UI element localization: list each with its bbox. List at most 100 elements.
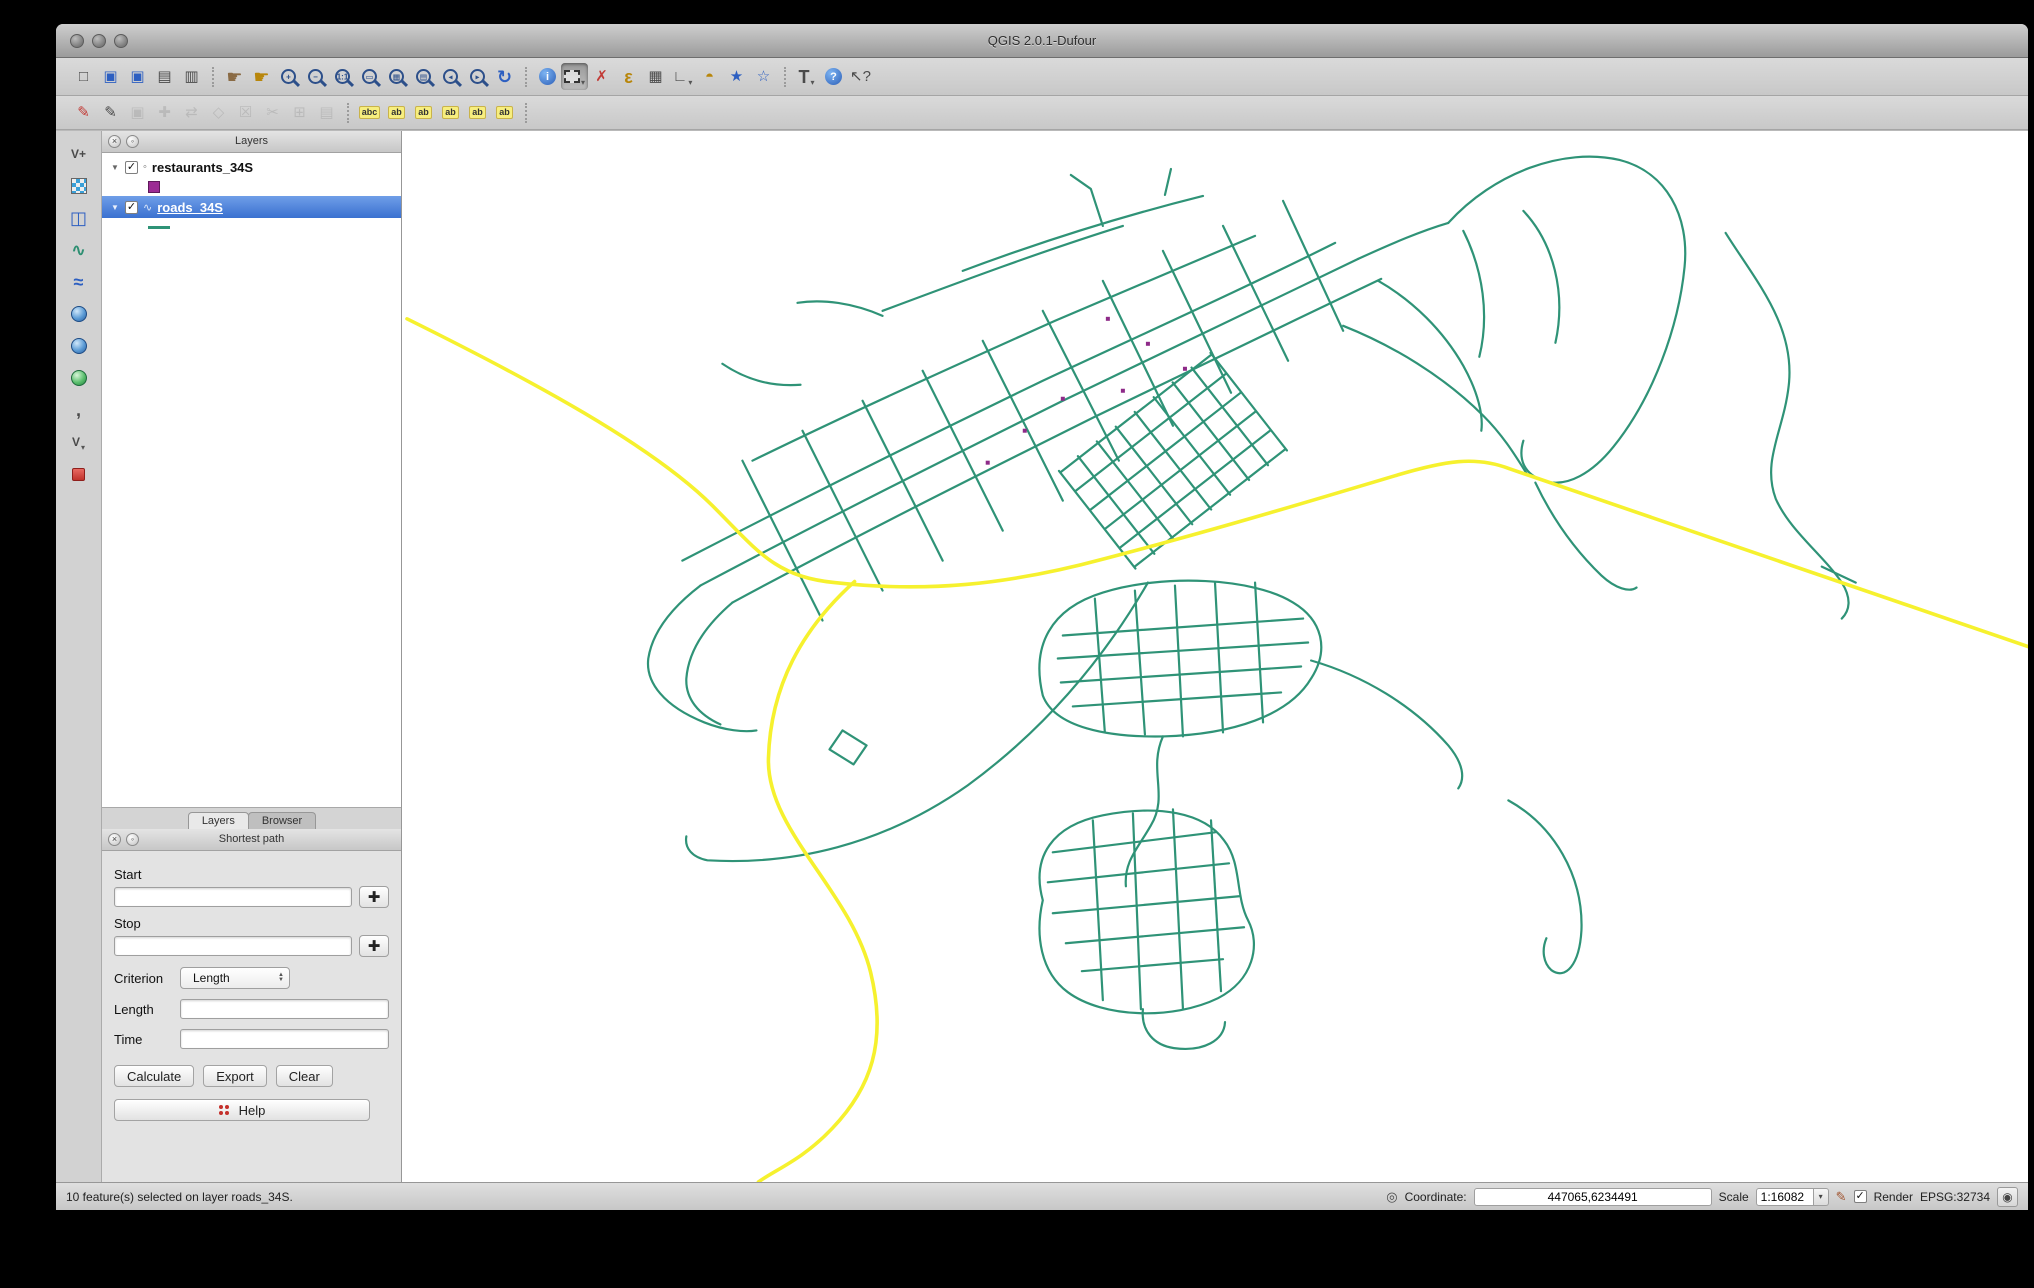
close-panel-button[interactable]: × <box>108 135 121 148</box>
node-tool-button[interactable]: ◇ <box>205 99 232 126</box>
tab-browser[interactable]: Browser <box>247 812 317 829</box>
stop-input[interactable] <box>114 936 352 956</box>
attribute-table-button[interactable]: ▦ <box>642 63 669 90</box>
map-tips-button[interactable]: ◓ <box>696 63 723 90</box>
tab-layers[interactable]: Layers <box>187 812 249 829</box>
coordinate-input[interactable] <box>1473 1187 1712 1206</box>
line-layer-icon: ∿ <box>143 201 153 214</box>
rotate-label-button[interactable]: ab <box>464 99 491 126</box>
add-wms-layer-button[interactable] <box>65 301 93 327</box>
add-raster-layer-button[interactable] <box>65 173 93 199</box>
expand-arrow-icon[interactable]: ▼ <box>110 203 120 212</box>
zoom-native-button[interactable]: 1:1 <box>329 63 356 90</box>
crs-status-button[interactable]: ◉ <box>1997 1186 2018 1207</box>
select-by-expression-button[interactable]: ε <box>615 63 642 90</box>
add-postgis-layer-button[interactable]: ◫ <box>65 205 93 231</box>
select-features-button[interactable]: ▾ <box>561 63 588 90</box>
add-spatialite-layer-button[interactable]: ∿ <box>65 237 93 263</box>
time-output[interactable] <box>180 1029 389 1049</box>
show-bookmarks-button[interactable]: ☆ <box>750 63 777 90</box>
panel-tabs: Layers Browser <box>102 807 401 829</box>
change-label-button[interactable]: ab <box>491 99 518 126</box>
length-output[interactable] <box>180 999 389 1019</box>
float-panel-button[interactable]: ◦ <box>126 833 139 846</box>
highlight-labels-button[interactable]: ab <box>410 99 437 126</box>
clear-button[interactable]: Clear <box>275 1065 333 1087</box>
add-wfs-layer-button[interactable] <box>65 365 93 391</box>
zoom-out-button[interactable]: − <box>302 63 329 90</box>
save-edits-button[interactable]: ▣ <box>124 99 151 126</box>
paste-features-button[interactable]: ▤ <box>313 99 340 126</box>
zoom-next-button[interactable]: ▸ <box>464 63 491 90</box>
refresh-map-button[interactable]: ↻ <box>491 63 518 90</box>
render-checkbox[interactable]: ✓ <box>1853 1190 1867 1203</box>
zoom-full-button[interactable]: ▭ <box>356 63 383 90</box>
add-mssql-layer-button[interactable]: ≈ <box>65 269 93 295</box>
identify-button[interactable]: i <box>534 63 561 90</box>
text-annotation-button[interactable]: T ▾ <box>793 63 820 90</box>
remove-layer-button[interactable] <box>65 461 93 487</box>
labeling-button[interactable]: abc <box>356 99 383 126</box>
deselect-features-button[interactable]: ✗ <box>588 63 615 90</box>
new-bookmark-button[interactable]: ★ <box>723 63 750 90</box>
add-vector-layer-button[interactable]: V+ <box>65 141 93 167</box>
main-toolbar: □ ▣ ▣ ▤ ▥ ☛ ☛ + − 1:1 ▭ ▦ ▤ ◂ ▸ ↻ i ▾ ✗ … <box>56 58 2028 96</box>
composer-manager-button[interactable]: ▥ <box>178 63 205 90</box>
layer-visibility-checkbox[interactable]: ✓ <box>125 200 138 214</box>
layer-visibility-checkbox[interactable]: ✓ <box>125 160 138 174</box>
zoom-window-button[interactable] <box>114 34 128 48</box>
close-panel-button[interactable]: × <box>108 833 121 846</box>
zoom-to-selection-button[interactable]: ▦ <box>383 63 410 90</box>
add-wcs-layer-button[interactable] <box>65 333 93 359</box>
delete-selected-button[interactable]: ☒ <box>232 99 259 126</box>
close-window-button[interactable] <box>70 34 84 48</box>
edit-scale-icon[interactable]: ✎ <box>1836 1190 1847 1203</box>
remove-layer-icon <box>72 467 85 481</box>
pan-map-button[interactable]: ☛ <box>221 63 248 90</box>
scale-input[interactable] <box>1755 1187 1814 1206</box>
expand-arrow-icon[interactable]: ▼ <box>110 163 120 172</box>
capture-stop-point-button[interactable]: ✚ <box>359 935 389 957</box>
road-graph-icon <box>218 1104 230 1116</box>
move-feature-button[interactable]: ⇄ <box>178 99 205 126</box>
add-delimited-text-layer-button[interactable]: , <box>65 397 93 423</box>
save-project-as-button[interactable]: ▣ <box>124 63 151 90</box>
new-project-button[interactable]: □ <box>70 63 97 90</box>
minimize-window-button[interactable] <box>92 34 106 48</box>
criterion-select[interactable]: Length ▲ ▼ <box>180 967 290 989</box>
float-panel-button[interactable]: ◦ <box>126 135 139 148</box>
coordinate-icon[interactable]: ◎ <box>1386 1190 1397 1203</box>
magnifier-icon: − <box>308 69 323 84</box>
map-canvas[interactable] <box>402 131 2028 1182</box>
whats-this-button[interactable]: ↖? <box>847 63 874 90</box>
measure-button[interactable]: ∟ ▾ <box>669 63 696 90</box>
restaurants-symbol-swatch[interactable] <box>148 181 160 193</box>
copy-features-button[interactable]: ⊞ <box>286 99 313 126</box>
current-edits-button[interactable]: ✎ <box>70 99 97 126</box>
zoom-to-layer-button[interactable]: ▤ <box>410 63 437 90</box>
save-project-button[interactable]: ▣ <box>97 63 124 90</box>
new-shapefile-layer-button[interactable]: V ▾ <box>65 429 93 455</box>
globe-icon <box>70 306 87 322</box>
shortest-path-help-button[interactable]: Help <box>114 1099 370 1121</box>
pan-to-selection-button[interactable]: ☛ <box>248 63 275 90</box>
pin-labels-button[interactable]: ab <box>383 99 410 126</box>
capture-start-point-button[interactable]: ✚ <box>359 886 389 908</box>
layer-row-roads[interactable]: ▼ ✓ ∿ roads_34S <box>102 196 401 218</box>
cut-features-button[interactable]: ✂ <box>259 99 286 126</box>
scale-dropdown-button[interactable]: ▾ <box>1813 1187 1829 1206</box>
layer-row-restaurants[interactable]: ▼ ✓ ◦ restaurants_34S <box>102 156 401 178</box>
zoom-last-button[interactable]: ◂ <box>437 63 464 90</box>
new-print-composer-button[interactable]: ▤ <box>151 63 178 90</box>
zoom-in-button[interactable]: + <box>275 63 302 90</box>
calculate-button[interactable]: Calculate <box>114 1065 195 1087</box>
roads-symbol-swatch[interactable] <box>148 225 170 229</box>
add-feature-button[interactable]: ✚ <box>151 99 178 126</box>
title-bar[interactable]: QGIS 2.0.1-Dufour <box>56 24 2028 58</box>
layer-name: restaurants_34S <box>151 159 254 175</box>
start-input[interactable] <box>114 887 352 907</box>
move-label-button[interactable]: ab <box>437 99 464 126</box>
help-button[interactable]: ? <box>820 63 847 90</box>
export-button[interactable]: Export <box>203 1065 267 1087</box>
toggle-editing-button[interactable]: ✎ <box>97 99 124 126</box>
